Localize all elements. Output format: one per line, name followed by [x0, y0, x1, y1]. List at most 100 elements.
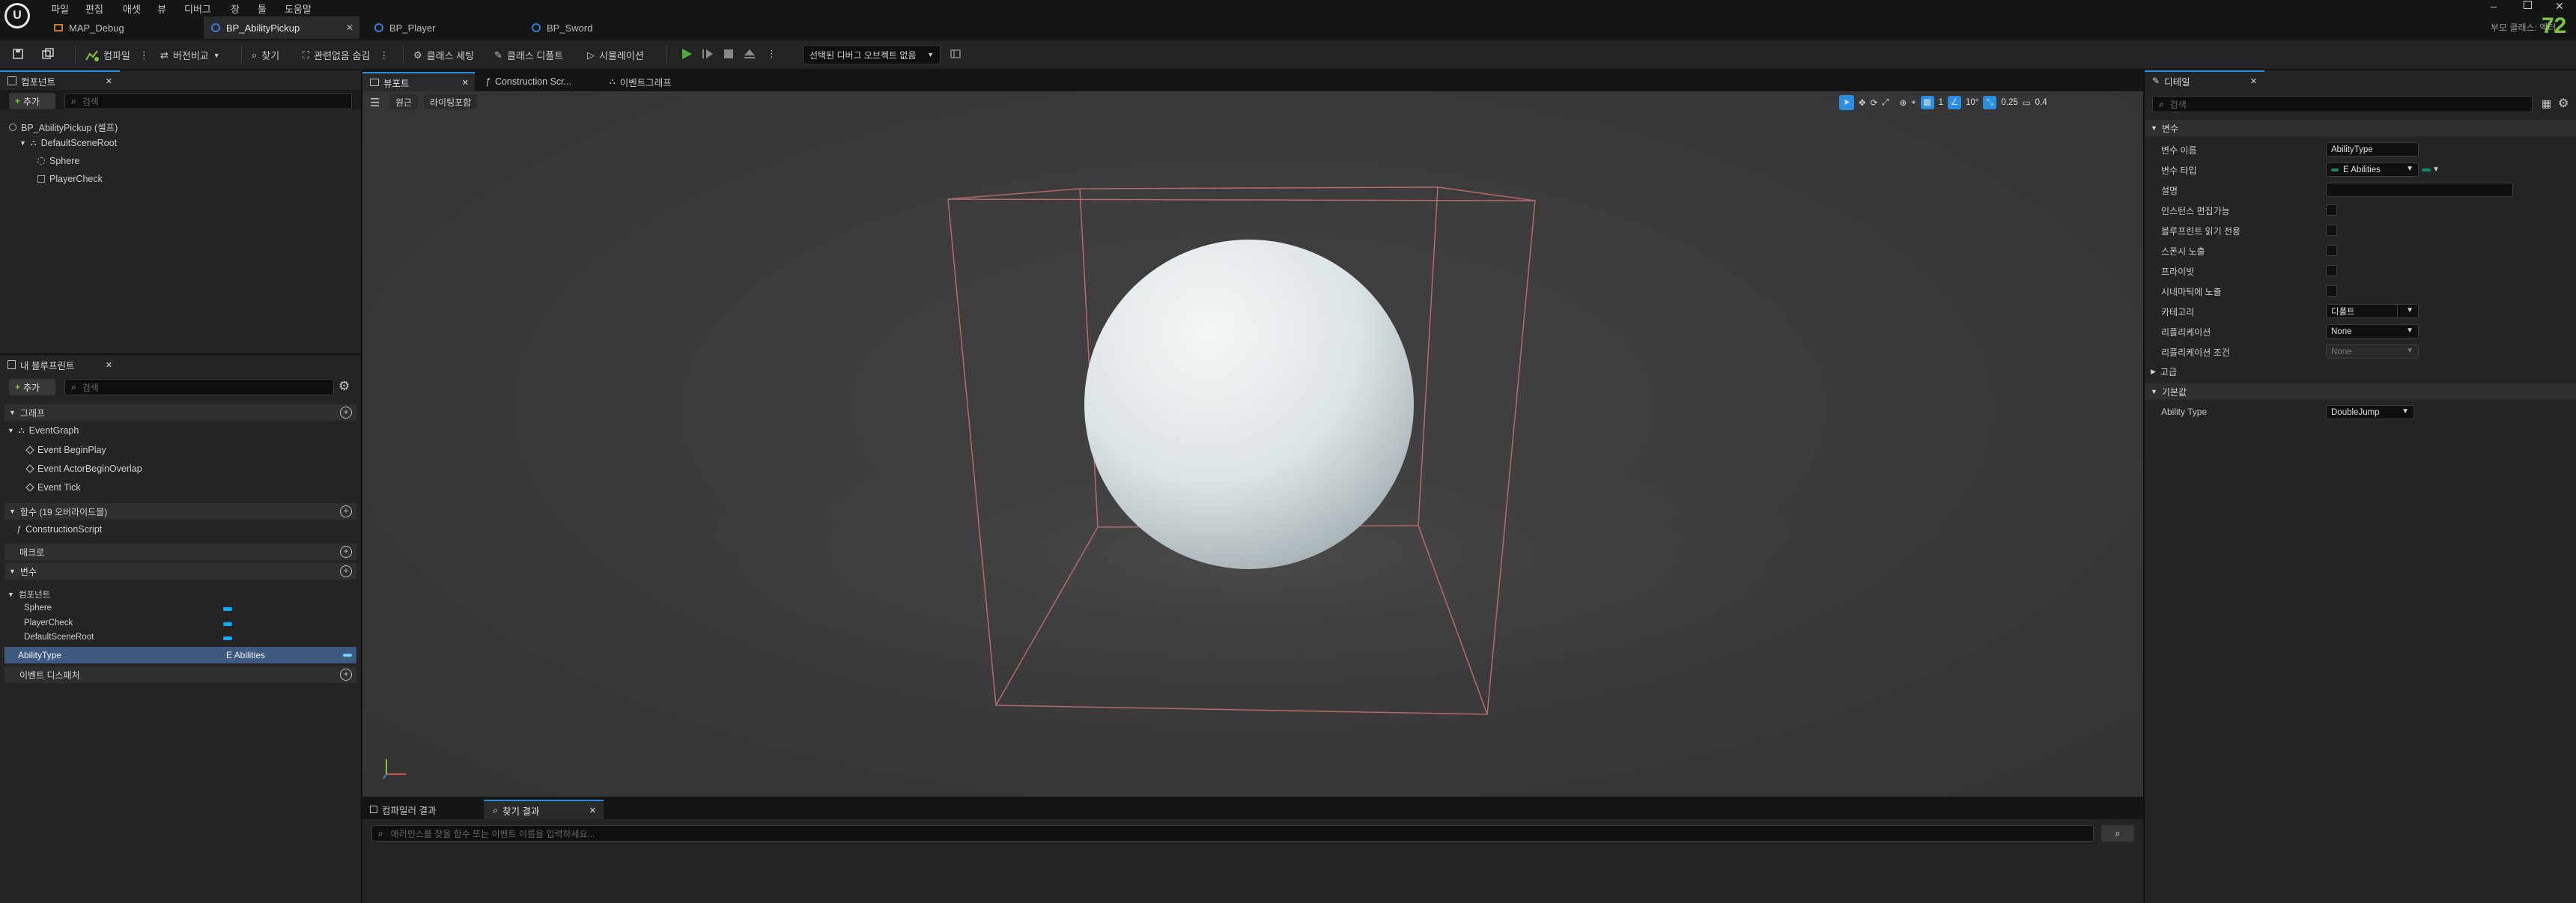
find-button[interactable]: ⌕ 찾기 [252, 48, 279, 62]
menu-edit[interactable]: 편집 [85, 1, 103, 16]
tab-find-results[interactable]: ⌕ 찾기 결과 ✕ [484, 800, 604, 819]
close-panel-icon[interactable]: ✕ [106, 76, 112, 86]
tab-bp-abilitypickup[interactable]: BP_AbilityPickup ✕ [204, 16, 359, 39]
close-tab-icon[interactable]: ✕ [462, 78, 469, 88]
details-section-variable[interactable]: ▼ 변수 [2145, 120, 2576, 136]
details-search-input[interactable]: ⌕ 검색 [2152, 96, 2533, 112]
tab-map-debug[interactable]: MAP_Debug [46, 16, 196, 39]
add-dispatcher-icon[interactable]: + [340, 669, 352, 681]
add-variable-icon[interactable]: + [340, 565, 352, 577]
variable-item-sphere[interactable]: Sphere [24, 603, 234, 612]
instance-editable-checkbox[interactable] [2326, 204, 2337, 216]
details-section-advanced[interactable]: ▶ 고급 [2145, 363, 2576, 380]
eject-button[interactable] [743, 47, 756, 61]
class-defaults-button[interactable]: ✎ 클래스 디폴트 [494, 48, 563, 62]
tab-event-graph[interactable]: ⛬ 이벤트그래프 [602, 72, 722, 91]
add-member-button[interactable]: + 추가 [9, 379, 55, 395]
class-settings-button[interactable]: ⚙ 클래스 세팅 [413, 48, 474, 62]
variable-item-abilitytype[interactable]: AbilityType E Abilities [4, 647, 356, 663]
unreal-logo-icon[interactable]: U [4, 3, 30, 28]
tree-item-playercheck[interactable]: PlayerCheck [37, 174, 103, 184]
menu-tools[interactable]: 툴 [258, 1, 267, 16]
more-options-icon[interactable]: ⋮ [139, 49, 149, 61]
description-input[interactable] [2326, 183, 2513, 197]
debug-filter-icon[interactable] [950, 48, 962, 60]
variable-item-playercheck[interactable]: PlayerCheck [24, 618, 234, 627]
ability-type-dropdown[interactable]: DoubleJump ▼ [2326, 405, 2414, 419]
hide-unrelated-button[interactable]: ⛶ 관련없음 숨김 ⋮ [303, 48, 389, 62]
blueprint-readonly-checkbox[interactable] [2326, 225, 2337, 236]
close-panel-icon[interactable]: ✕ [2250, 76, 2257, 86]
expand-arrow-icon[interactable]: ▼ [19, 139, 26, 147]
save-icon[interactable] [12, 48, 24, 60]
tab-viewport[interactable]: 뷰포트 ✕ [362, 72, 475, 91]
minimize-button[interactable]: – [2491, 0, 2497, 12]
play-options-icon[interactable]: ⋮ [767, 48, 777, 60]
tree-item-sphere[interactable]: Sphere [37, 156, 79, 166]
compile-button[interactable]: 컴파일 ⋮ [85, 48, 149, 62]
play-button[interactable] [680, 47, 693, 61]
settings-gear-icon[interactable]: ⚙ [338, 379, 350, 394]
function-item-constructionscript[interactable]: ƒ ConstructionScript [16, 524, 102, 535]
simulation-button[interactable]: ▷ 시뮬레이션 [587, 48, 644, 62]
tab-bp-player[interactable]: BP_Player [367, 16, 517, 39]
event-graph-item[interactable]: ▼ ⛬ EventGraph [7, 425, 79, 436]
tab-compiler-results[interactable]: 컴파일러 결과 [362, 800, 482, 819]
find-in-all-blueprints-button[interactable]: ⌕ [2101, 825, 2134, 842]
close-panel-icon[interactable]: ✕ [106, 360, 112, 370]
menu-help[interactable]: 도움말 [285, 1, 312, 16]
details-section-default-value[interactable]: ▼ 기본값 [2145, 383, 2576, 400]
variable-type-dropdown[interactable]: E Abilities ▼ [2326, 162, 2419, 177]
property-matrix-icon[interactable]: ▦ [2542, 97, 2551, 110]
menu-asset[interactable]: 애셋 [123, 1, 141, 16]
replication-dropdown[interactable]: None ▼ [2326, 324, 2419, 338]
container-type-dropdown[interactable]: ▼ [2422, 162, 2446, 177]
browse-icon[interactable] [42, 48, 54, 60]
section-event-dispatchers[interactable]: 이벤트 디스패처 + [4, 666, 356, 683]
debug-object-dropdown[interactable]: 선택된 디버그 오브젝트 없음 ▼ [803, 45, 941, 64]
section-graphs[interactable]: ▼ 그래프 + [4, 404, 356, 421]
tab-construction-script[interactable]: ƒ Construction Scr... [478, 72, 602, 91]
settings-gear-icon[interactable]: ⚙ [2558, 96, 2569, 111]
add-macro-icon[interactable]: + [340, 546, 352, 558]
step-button[interactable] [701, 47, 714, 61]
event-item-actorbeginoverlap[interactable]: Event ActorBeginOverlap [25, 463, 142, 474]
menu-view[interactable]: 뷰 [157, 1, 166, 16]
add-graph-icon[interactable]: + [340, 407, 352, 419]
close-window-button[interactable]: ✕ [2555, 0, 2564, 13]
pencil-icon: ✎ [494, 49, 502, 61]
variable-category-components[interactable]: ▼ 컴포넌트 [7, 589, 50, 601]
variable-name-input[interactable]: AbilityType [2326, 142, 2419, 156]
close-tab-icon[interactable]: ✕ [589, 806, 596, 815]
private-checkbox[interactable] [2326, 265, 2337, 276]
section-macros[interactable]: 매크로 + [4, 544, 356, 560]
my-blueprint-search-input[interactable]: ⌕ 검색 [64, 379, 334, 395]
bottom-panel: 컴파일러 결과 ⌕ 찾기 결과 ✕ ⌕ 애러인스를 찾을 함수 또는 이벤트 이… [362, 798, 2143, 903]
components-search-input[interactable]: ⌕ 검색 [64, 93, 352, 109]
variable-item-defaultsceneroot[interactable]: DefaultSceneRoot [24, 633, 234, 642]
menu-debug[interactable]: 디버그 [184, 1, 211, 16]
event-item-beginplay[interactable]: Event BeginPlay [25, 445, 106, 455]
tree-item-defaultsceneroot[interactable]: ▼ ⛬ DefaultSceneRoot [19, 138, 117, 148]
close-tab-icon[interactable]: ✕ [346, 22, 353, 33]
menu-window[interactable]: 창 [231, 1, 240, 16]
event-item-tick[interactable]: Event Tick [25, 482, 81, 493]
map-icon [54, 24, 63, 31]
expose-cinematics-checkbox[interactable] [2326, 285, 2337, 297]
add-component-button[interactable]: + 추가 [9, 93, 55, 109]
find-results-search-input[interactable]: ⌕ 애러인스를 찾을 함수 또는 이벤트 이름을 입력하세요... [371, 825, 2094, 842]
section-functions[interactable]: ▼ 함수 (19 오버라이드블) + [4, 503, 356, 520]
diff-button[interactable]: ⇄ 버전비교 ▼ [160, 48, 220, 62]
menu-file[interactable]: 파일 [51, 1, 69, 16]
tree-item-self[interactable]: BP_AbilityPickup (셀프) [9, 120, 118, 134]
viewport[interactable]: ☰ 원근 라이팅포함 ➤ ✥ ⟳ ⤢ ⊕ ⌖ ▦ 1 ∠ 10° ⤡ 0.25 … [362, 91, 2143, 797]
maximize-button[interactable] [2524, 1, 2532, 9]
category-combobox[interactable]: 디폴트 ▼ [2326, 304, 2419, 318]
add-function-icon[interactable]: + [340, 505, 352, 517]
expose-on-spawn-checkbox[interactable] [2326, 245, 2337, 256]
more-options-icon[interactable]: ⋮ [379, 49, 389, 61]
section-variables[interactable]: ▼ 변수 + [4, 563, 356, 580]
stop-button[interactable] [722, 47, 735, 61]
details-header: ✎ 디테일 ✕ [2145, 70, 2264, 90]
tab-bp-sword[interactable]: BP_Sword [524, 16, 674, 39]
